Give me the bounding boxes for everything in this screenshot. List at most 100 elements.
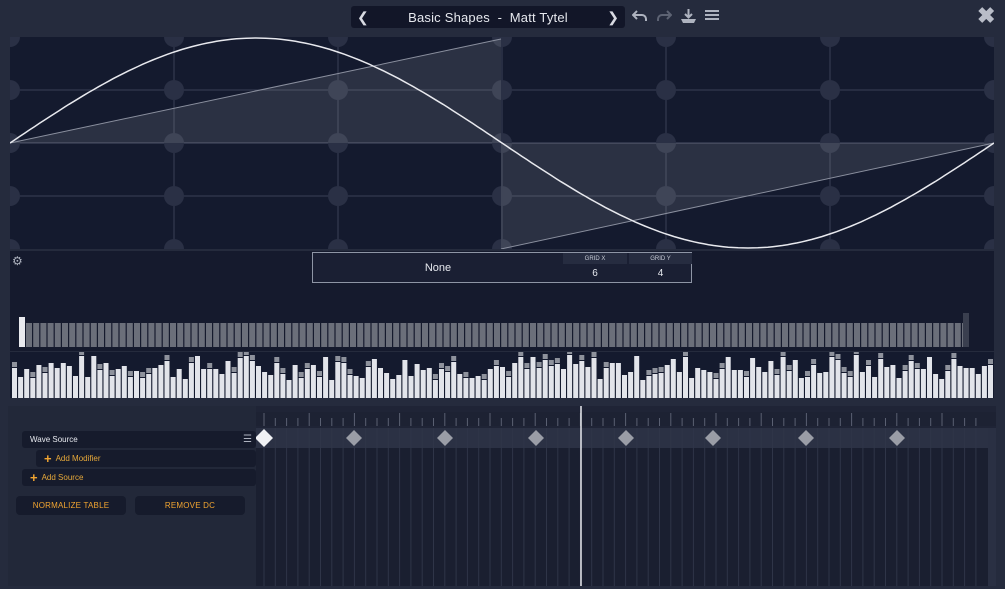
spectrum-bar[interactable]: [548, 366, 554, 398]
frame-bar[interactable]: [594, 323, 601, 347]
spectrum-bar[interactable]: [176, 369, 182, 398]
spectrum-bar[interactable]: [542, 360, 548, 398]
spectrum-bar[interactable]: [988, 365, 993, 398]
frame-bar[interactable]: [47, 323, 54, 347]
frame-bar[interactable]: [702, 323, 709, 347]
spectrum-bar[interactable]: [530, 357, 536, 398]
spectrum-bar[interactable]: [225, 361, 231, 398]
frame-bar[interactable]: [119, 323, 126, 347]
frame-bar[interactable]: [90, 323, 97, 347]
spectrum-bar[interactable]: [774, 375, 780, 398]
spectrum-bar[interactable]: [963, 368, 969, 398]
chevron-left-icon[interactable]: ❮: [357, 9, 369, 26]
frame-bar[interactable]: [306, 323, 313, 347]
frame-bar[interactable]: [386, 323, 392, 347]
frame-bar[interactable]: [443, 323, 450, 347]
frame-bar[interactable]: [263, 323, 270, 347]
frame-bar[interactable]: [897, 323, 904, 347]
spectrum-bar[interactable]: [201, 369, 207, 398]
frame-bar[interactable]: [666, 323, 673, 347]
spectrum-bar[interactable]: [18, 377, 24, 398]
spectrum-bar[interactable]: [323, 357, 329, 398]
frame-bar[interactable]: [465, 323, 472, 347]
spectrum-bar[interactable]: [195, 356, 200, 398]
spectrum-bar[interactable]: [256, 366, 261, 398]
spectrum-bar[interactable]: [859, 372, 865, 398]
spectrum-bar[interactable]: [878, 359, 884, 398]
frame-bar[interactable]: [170, 323, 176, 347]
spectrum-bar[interactable]: [524, 369, 530, 398]
overlay-mode[interactable]: None: [313, 253, 563, 282]
frame-bar[interactable]: [674, 323, 680, 347]
frame-bar[interactable]: [335, 323, 342, 347]
frame-bar[interactable]: [947, 323, 954, 347]
frame-bar[interactable]: [479, 323, 486, 347]
spectrum-bar[interactable]: [622, 375, 627, 398]
spectrum-bar[interactable]: [451, 362, 457, 398]
frame-bar[interactable]: [162, 323, 169, 347]
frame-bar[interactable]: [508, 323, 515, 347]
frame-bar[interactable]: [882, 323, 889, 347]
spectrum-bar[interactable]: [42, 373, 48, 398]
spectrum-bar[interactable]: [54, 368, 60, 398]
spectrum-bar[interactable]: [463, 378, 469, 398]
frame-bar[interactable]: [314, 323, 320, 347]
spectrum-bar[interactable]: [707, 372, 713, 398]
frame-bar[interactable]: [342, 323, 349, 347]
frame-bar[interactable]: [681, 323, 688, 347]
frame-bar-selected[interactable]: [19, 317, 25, 347]
frame-bar[interactable]: [825, 323, 832, 347]
spectrum-bar[interactable]: [628, 372, 634, 398]
spectrum-bar[interactable]: [127, 377, 133, 398]
frame-bar[interactable]: [501, 323, 508, 347]
frame-bar[interactable]: [602, 323, 608, 347]
frame-bar[interactable]: [357, 323, 364, 347]
spectrum-bar[interactable]: [585, 367, 591, 398]
frame-bar[interactable]: [717, 323, 724, 347]
frame-bar[interactable]: [278, 323, 284, 347]
spectrum-bar[interactable]: [798, 378, 804, 398]
frame-bar[interactable]: [796, 323, 803, 347]
save-icon[interactable]: [680, 8, 697, 29]
frame-bar[interactable]: [724, 323, 731, 347]
frame-bar[interactable]: [875, 323, 882, 347]
add-source-row[interactable]: + Add Source: [22, 469, 256, 486]
spectrum-bar[interactable]: [60, 363, 66, 398]
spectrum-bar[interactable]: [561, 369, 566, 398]
spectrum-bar[interactable]: [237, 358, 243, 398]
spectrum-bar[interactable]: [335, 362, 341, 398]
frame-bar[interactable]: [83, 323, 90, 347]
chevron-right-icon[interactable]: ❯: [607, 9, 619, 26]
spectrum-bar[interactable]: [268, 375, 274, 398]
gear-icon[interactable]: ⚙: [12, 254, 23, 268]
frame-bars[interactable]: [10, 313, 994, 349]
spectrum-bar[interactable]: [603, 368, 609, 398]
frame-bar[interactable]: [371, 323, 378, 347]
spectrum-bar[interactable]: [658, 373, 664, 398]
frame-bar[interactable]: [270, 323, 277, 347]
spectrum-bar[interactable]: [121, 366, 127, 398]
spectrum-bar[interactable]: [676, 372, 682, 398]
frame-bar[interactable]: [638, 323, 644, 347]
spectrum-bar[interactable]: [683, 357, 688, 398]
spectrum-bar[interactable]: [768, 361, 774, 398]
spectrum-bar[interactable]: [908, 361, 914, 398]
frame-bar[interactable]: [652, 323, 659, 347]
spectrum-bar[interactable]: [939, 379, 945, 398]
spectrum-bar[interactable]: [902, 371, 908, 398]
spectrum-bar[interactable]: [512, 363, 518, 398]
frame-bar[interactable]: [126, 323, 133, 347]
frame-bar[interactable]: [69, 323, 76, 347]
spectrum-bar[interactable]: [975, 374, 981, 398]
spectrum-bar[interactable]: [500, 367, 505, 398]
spectrum-bar[interactable]: [579, 361, 585, 398]
spectrum-bar[interactable]: [298, 378, 304, 398]
spectrum-bar[interactable]: [12, 368, 17, 398]
frame-bar[interactable]: [378, 323, 385, 347]
menu-icon[interactable]: [705, 8, 719, 27]
spectrum-bar[interactable]: [969, 368, 975, 398]
spectrum-bar[interactable]: [756, 367, 762, 398]
frame-bar[interactable]: [710, 323, 716, 347]
timeline-canvas[interactable]: 0: [246, 406, 996, 586]
frame-bar[interactable]: [839, 323, 846, 347]
